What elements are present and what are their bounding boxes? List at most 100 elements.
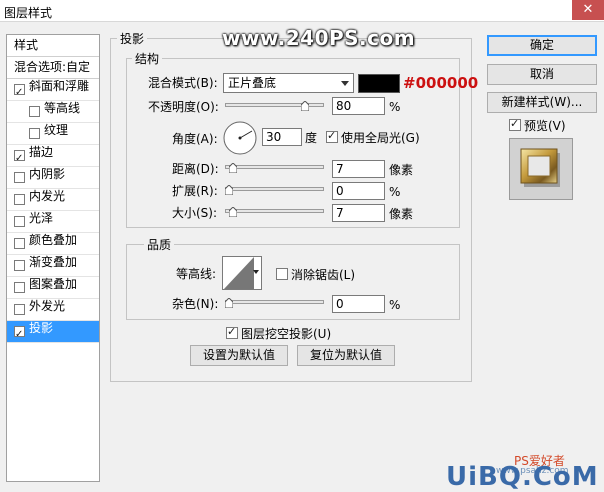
style-item-checkbox[interactable]: [14, 172, 25, 183]
knockout-checkbox[interactable]: [226, 325, 238, 339]
style-item-label: 描边: [29, 145, 54, 159]
quality-title: 品质: [144, 236, 175, 253]
style-item-label: 投影: [29, 321, 54, 335]
contour-label: 等高线:: [176, 267, 217, 281]
shadow-color-swatch[interactable]: [358, 74, 400, 93]
antialias-label: 消除锯齿(L): [291, 268, 356, 282]
new-style-button[interactable]: 新建样式(W)...: [487, 92, 597, 113]
noise-input[interactable]: 0: [332, 295, 385, 313]
style-item-label: 内阴影: [29, 167, 66, 181]
opacity-input[interactable]: 80: [332, 97, 385, 115]
global-light-checkbox[interactable]: [326, 129, 338, 143]
set-default-button[interactable]: 设置为默认值: [190, 345, 288, 366]
style-item-checkbox[interactable]: [29, 106, 40, 117]
chevron-down-icon: [341, 81, 349, 86]
style-item[interactable]: 颜色叠加: [7, 233, 99, 255]
opacity-slider[interactable]: [225, 99, 324, 113]
knockout-label: 图层挖空投影(U): [241, 327, 332, 341]
style-item[interactable]: 投影: [7, 321, 99, 345]
size-input[interactable]: 7: [332, 204, 385, 222]
distance-label: 距离(D):: [172, 162, 219, 176]
contour-preview-icon: [224, 257, 254, 289]
global-light-label: 使用全局光(G): [341, 131, 420, 145]
ok-button[interactable]: 确定: [487, 35, 597, 56]
noise-slider[interactable]: [225, 296, 324, 310]
style-item[interactable]: 内阴影: [7, 167, 99, 189]
style-item-label: 斜面和浮雕: [29, 79, 90, 93]
chevron-down-icon: [253, 270, 259, 274]
distance-input[interactable]: 7: [332, 160, 385, 178]
style-item[interactable]: 纹理: [7, 123, 99, 145]
reset-default-button[interactable]: 复位为默认值: [297, 345, 395, 366]
style-item-label: 渐变叠加: [29, 255, 78, 269]
noise-unit: %: [389, 298, 401, 312]
style-item[interactable]: 内发光: [7, 189, 99, 211]
spread-unit: %: [389, 185, 401, 199]
style-item-label: 外发光: [29, 299, 66, 313]
distance-slider-thumb[interactable]: [229, 163, 237, 173]
structure-title: 结构: [132, 50, 163, 67]
style-item-checkbox[interactable]: [14, 216, 25, 227]
opacity-label: 不透明度(O):: [148, 100, 219, 114]
preview-label: 预览(V): [524, 119, 566, 133]
style-item[interactable]: 外发光: [7, 299, 99, 321]
color-hex-annotation: #000000: [403, 74, 479, 92]
contour-picker[interactable]: [222, 256, 262, 290]
style-item-label: 颜色叠加: [29, 233, 78, 247]
style-preview-thumbnail: [509, 138, 573, 200]
close-button[interactable]: ✕: [572, 0, 604, 20]
style-item-label: 纹理: [44, 123, 69, 137]
style-item[interactable]: 光泽: [7, 211, 99, 233]
style-item[interactable]: 斜面和浮雕: [7, 79, 99, 103]
style-item-label: 光泽: [29, 211, 54, 225]
angle-input[interactable]: 30: [262, 128, 302, 146]
blend-mode-value: 正片叠底: [228, 76, 277, 90]
cancel-button[interactable]: 取消: [487, 64, 597, 85]
size-slider[interactable]: [225, 205, 324, 219]
blending-options-item[interactable]: 混合选项:自定: [7, 57, 99, 79]
style-item-checkbox[interactable]: [14, 82, 25, 103]
styles-list: 样式 混合选项:自定 斜面和浮雕等高线纹理描边内阴影内发光光泽颜色叠加渐变叠加图…: [6, 34, 100, 482]
style-item-label: 图案叠加: [29, 277, 78, 291]
angle-dial[interactable]: [223, 121, 257, 155]
spread-label: 扩展(R):: [172, 184, 218, 198]
gold-frame-icon: [520, 148, 560, 187]
style-item-checkbox[interactable]: [14, 260, 25, 271]
distance-slider[interactable]: [225, 161, 324, 175]
window-title: 图层样式: [4, 6, 53, 20]
styles-header[interactable]: 样式: [7, 35, 99, 57]
size-label: 大小(S):: [172, 206, 218, 220]
style-item-checkbox[interactable]: [14, 148, 25, 169]
layer-style-dialog: 样式 混合选项:自定 斜面和浮雕等高线纹理描边内阴影内发光光泽颜色叠加渐变叠加图…: [0, 22, 604, 492]
distance-unit: 像素: [389, 163, 414, 177]
spread-slider-thumb[interactable]: [225, 185, 233, 195]
style-item-checkbox[interactable]: [14, 304, 25, 315]
style-item-label: 内发光: [29, 189, 66, 203]
style-item-checkbox[interactable]: [14, 238, 25, 249]
style-item-checkbox[interactable]: [29, 128, 40, 139]
opacity-slider-thumb[interactable]: [301, 101, 309, 111]
drop-shadow-title: 投影: [117, 30, 148, 47]
antialias-checkbox[interactable]: [276, 268, 288, 280]
style-item[interactable]: 渐变叠加: [7, 255, 99, 277]
preview-checkbox[interactable]: [509, 117, 521, 131]
noise-slider-thumb[interactable]: [225, 298, 233, 308]
spread-input[interactable]: 0: [332, 182, 385, 200]
style-item-checkbox[interactable]: [14, 324, 25, 345]
spread-slider[interactable]: [225, 183, 324, 197]
style-item-checkbox[interactable]: [14, 282, 25, 293]
blend-mode-label: 混合模式(B):: [148, 76, 218, 90]
angle-unit: 度: [305, 131, 318, 145]
style-item-checkbox[interactable]: [14, 194, 25, 205]
watermark-site: www.240PS.com: [222, 26, 416, 50]
style-item[interactable]: 等高线: [7, 101, 99, 123]
style-item-label: 等高线: [44, 101, 81, 115]
size-slider-thumb[interactable]: [229, 207, 237, 217]
title-bar: 图层样式 ✕: [0, 0, 604, 22]
style-item[interactable]: 图案叠加: [7, 277, 99, 299]
angle-label: 角度(A):: [172, 132, 218, 146]
noise-label: 杂色(N):: [172, 297, 219, 311]
style-item[interactable]: 描边: [7, 145, 99, 169]
watermark-brand: UiBQ.CoM: [446, 462, 599, 492]
blend-mode-select[interactable]: 正片叠底: [223, 73, 354, 93]
